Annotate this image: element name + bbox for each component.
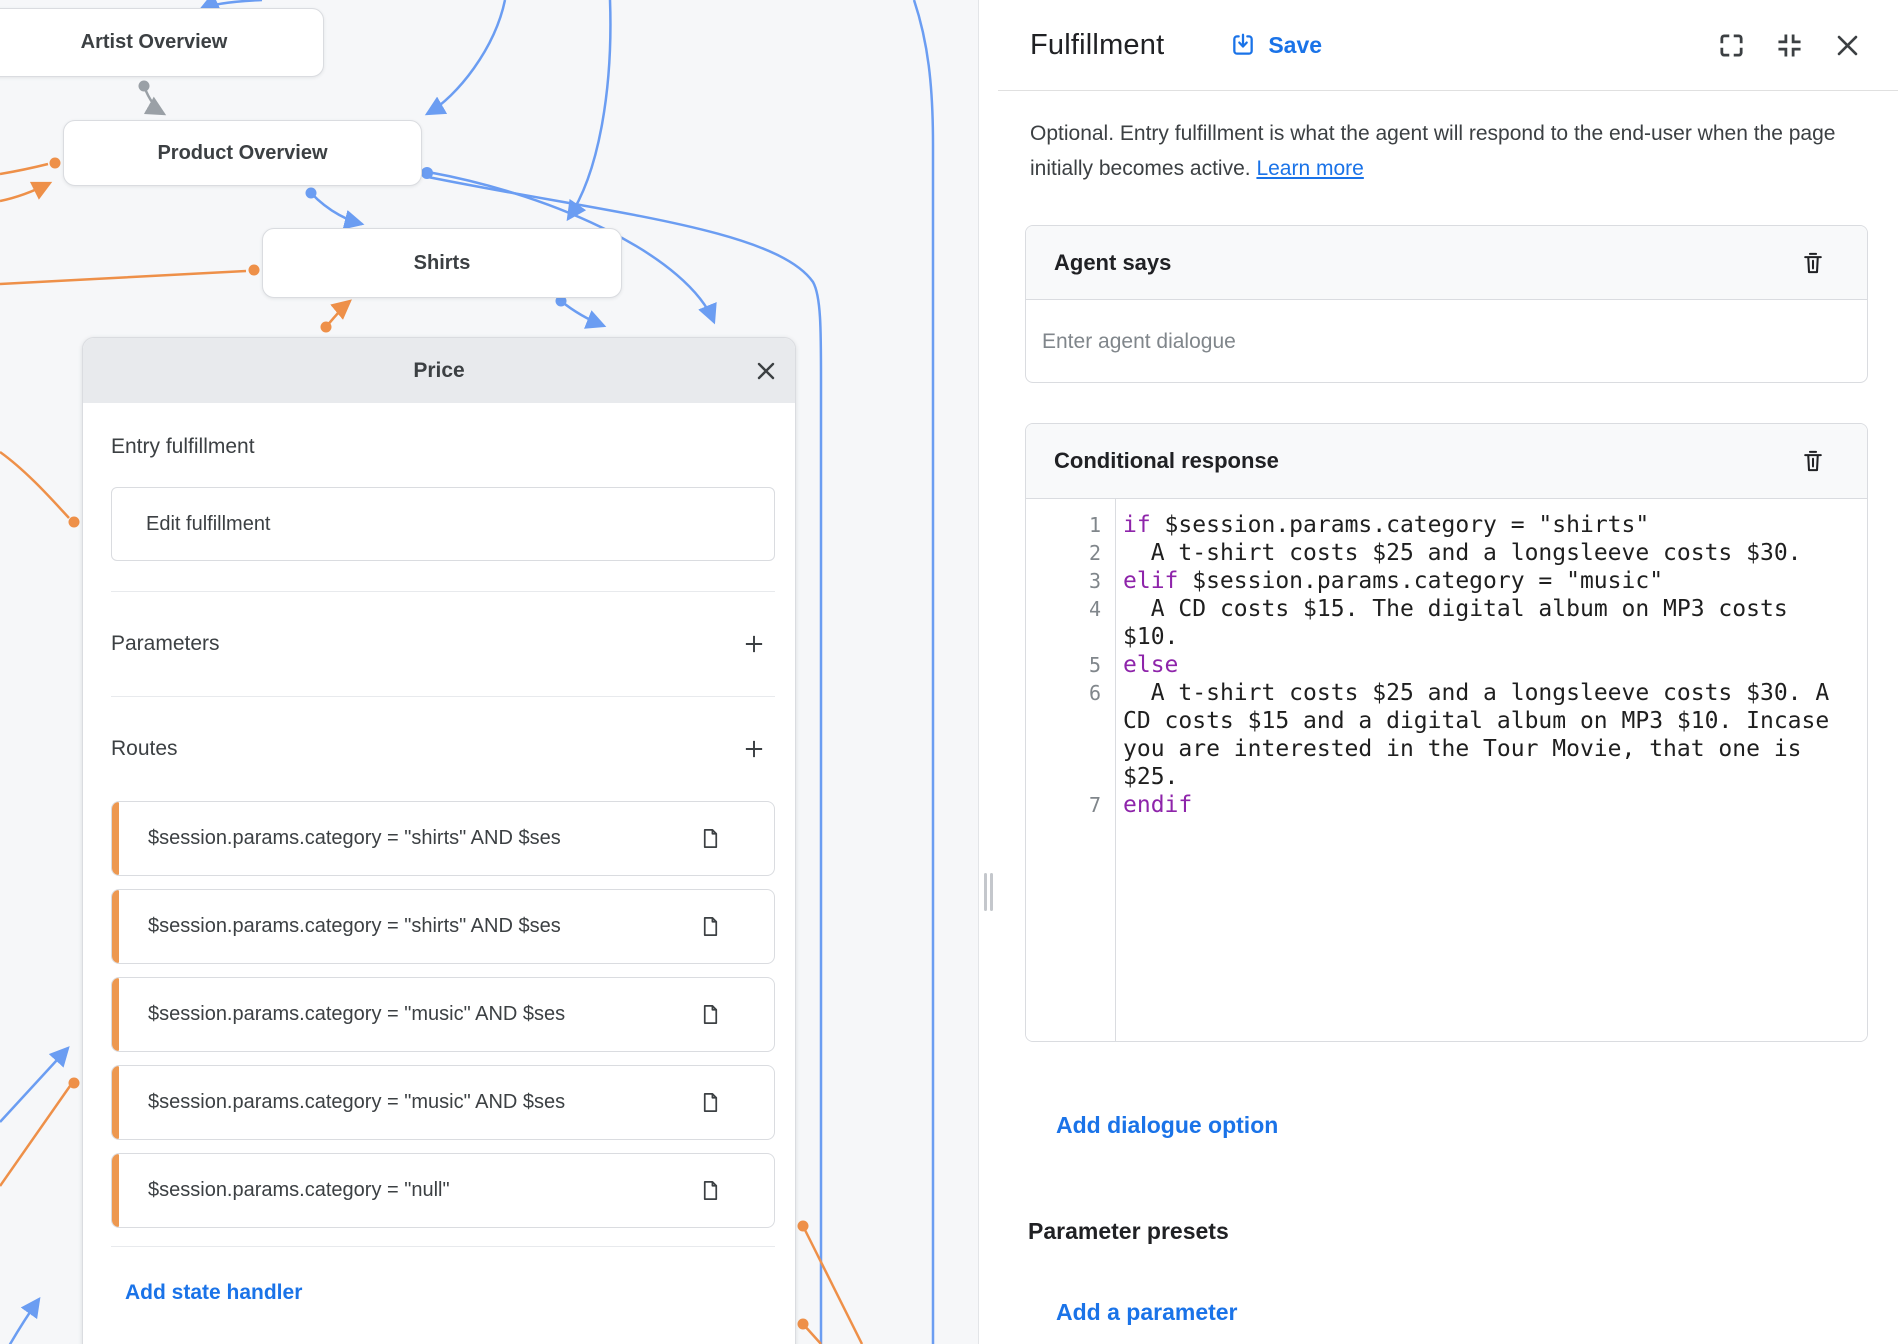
panel-title: Fulfillment <box>1030 29 1164 62</box>
node-label: Artist Overview <box>81 31 228 54</box>
code-line: 1 if $session.params.category = "shirts" <box>1026 511 1867 539</box>
splitter-drag-handle[interactable] <box>984 873 993 911</box>
fulfillment-panel-header: Fulfillment Save <box>998 0 1898 91</box>
document-icon <box>699 827 722 850</box>
dialogflow-page-editor: Artist Overview Product Overview Shirts … <box>0 0 1898 1344</box>
routes-list: $session.params.category = "shirts" AND … <box>111 801 775 1228</box>
flow-node-product-overview[interactable]: Product Overview <box>63 120 422 186</box>
route-accent-bar <box>112 978 119 1051</box>
panel-description: Optional. Entry fulfillment is what the … <box>1030 116 1870 186</box>
fullscreen-icon[interactable] <box>1716 30 1746 60</box>
edit-fulfillment-button[interactable]: Edit fulfillment <box>111 487 775 561</box>
code-line: 5 else <box>1026 651 1867 679</box>
node-label: Product Overview <box>157 142 327 165</box>
agent-says-body: Enter agent dialogue <box>1026 300 1867 383</box>
flow-node-shirts[interactable]: Shirts <box>262 228 622 298</box>
code-line: 3 elif $session.params.category = "music… <box>1026 567 1867 595</box>
route-card[interactable]: $session.params.category = "shirts" AND … <box>111 889 775 964</box>
add-route-icon[interactable] <box>737 732 771 766</box>
save-button[interactable]: Save <box>1230 32 1322 59</box>
agent-says-card: Agent says Enter agent dialogue <box>1025 225 1868 383</box>
route-accent-bar <box>112 802 119 875</box>
add-a-parameter-link[interactable]: Add a parameter <box>1056 1299 1238 1326</box>
close-icon[interactable] <box>1832 30 1862 60</box>
learn-more-link[interactable]: Learn more <box>1256 157 1363 180</box>
document-icon <box>699 1003 722 1026</box>
condition-code-editor[interactable]: 1 if $session.params.category = "shirts"… <box>1026 499 1867 1041</box>
parameters-label: Parameters <box>111 632 220 656</box>
agent-says-header: Agent says <box>1026 226 1867 300</box>
close-icon[interactable] <box>753 358 779 384</box>
agent-dialogue-input[interactable]: Enter agent dialogue <box>1026 330 1867 354</box>
routes-section: Routes <box>111 697 775 801</box>
code-line: 6 A t-shirt costs $25 and a longsleeve c… <box>1026 679 1867 791</box>
flow-node-price-expanded: Price Entry fulfillment Edit fulfillment… <box>82 337 796 1344</box>
parameters-section: Parameters <box>111 592 775 696</box>
route-card[interactable]: $session.params.category = "music" AND $… <box>111 977 775 1052</box>
parameter-presets-label: Parameter presets <box>1028 1218 1229 1245</box>
conditional-response-title: Conditional response <box>1054 448 1279 474</box>
add-state-handler-link[interactable]: Add state handler <box>125 1281 302 1305</box>
conditional-response-header: Conditional response <box>1026 424 1867 499</box>
price-card-header[interactable]: Price <box>83 338 795 403</box>
conditional-response-card: Conditional response 1 if $session.param… <box>1025 423 1868 1042</box>
fulfillment-panel: Fulfillment Save Opt <box>998 0 1898 1344</box>
document-icon <box>699 1091 722 1114</box>
save-icon <box>1230 32 1256 58</box>
flow-canvas[interactable]: Artist Overview Product Overview Shirts … <box>0 0 978 1344</box>
fullscreen-exit-icon[interactable] <box>1774 30 1804 60</box>
price-card-title: Price <box>83 359 795 383</box>
panel-splitter[interactable] <box>978 0 1000 1344</box>
flow-node-artist-overview[interactable]: Artist Overview <box>0 8 324 77</box>
delete-icon[interactable] <box>1799 249 1827 277</box>
route-card[interactable]: $session.params.category = "null" <box>111 1153 775 1228</box>
document-icon <box>699 1179 722 1202</box>
route-card[interactable]: $session.params.category = "shirts" AND … <box>111 801 775 876</box>
delete-icon[interactable] <box>1799 447 1827 475</box>
code-line: 2 A t-shirt costs $25 and a longsleeve c… <box>1026 539 1867 567</box>
route-card[interactable]: $session.params.category = "music" AND $… <box>111 1065 775 1140</box>
route-accent-bar <box>112 890 119 963</box>
price-card-body: Entry fulfillment Edit fulfillment Param… <box>83 403 795 1305</box>
code-line: 7 endif <box>1026 791 1867 819</box>
divider <box>111 1246 775 1247</box>
add-parameter-icon[interactable] <box>737 627 771 661</box>
routes-label: Routes <box>111 737 178 761</box>
entry-fulfillment-label: Entry fulfillment <box>111 403 775 459</box>
route-accent-bar <box>112 1066 119 1139</box>
code-line: 4 A CD costs $15. The digital album on M… <box>1026 595 1867 651</box>
add-dialogue-option-link[interactable]: Add dialogue option <box>1056 1112 1278 1139</box>
document-icon <box>699 915 722 938</box>
route-accent-bar <box>112 1154 119 1227</box>
node-label: Shirts <box>414 252 471 275</box>
agent-says-title: Agent says <box>1054 250 1171 276</box>
